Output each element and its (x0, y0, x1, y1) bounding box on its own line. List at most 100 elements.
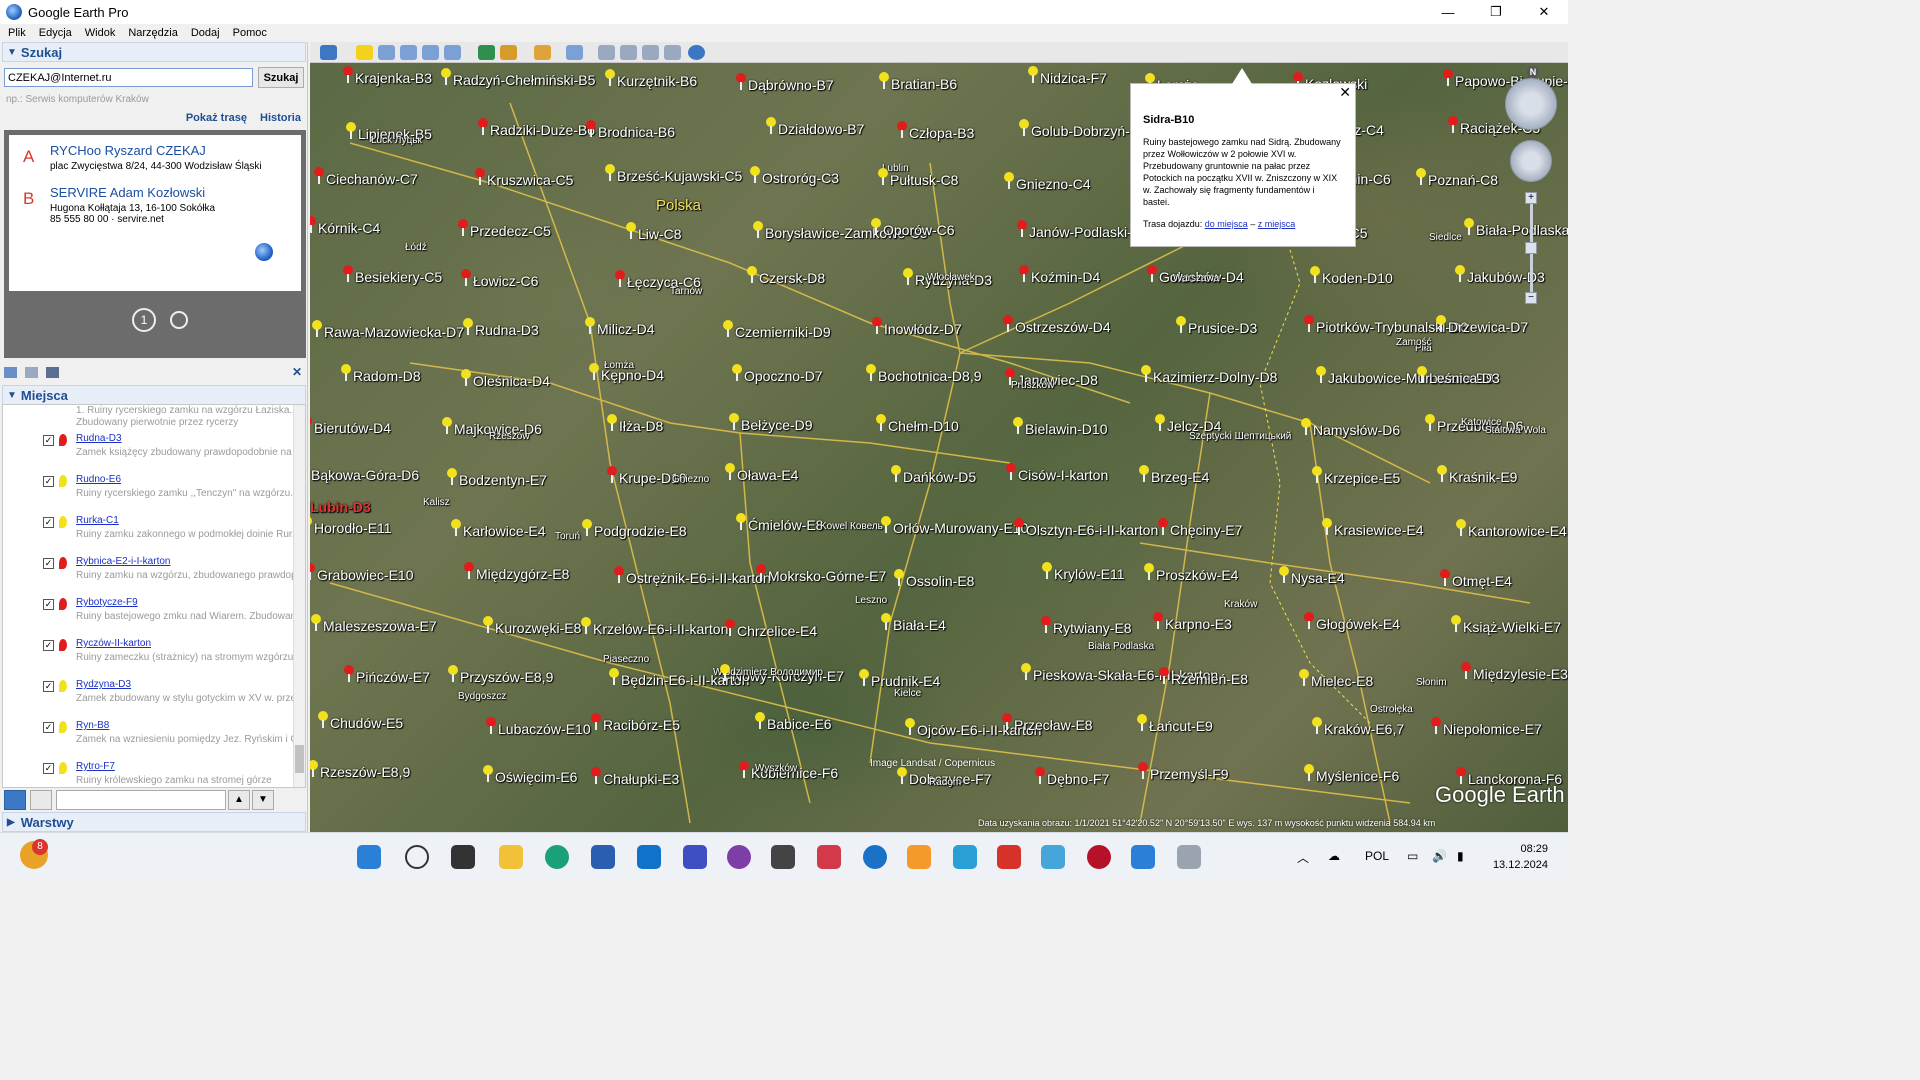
placemark-pin-icon[interactable] (897, 121, 907, 138)
move-joystick-icon[interactable] (1510, 140, 1552, 182)
scrollbar-thumb[interactable] (295, 745, 304, 773)
placemark-pin-icon[interactable] (1042, 562, 1052, 579)
places-filter-input[interactable] (56, 790, 226, 810)
map-place-label[interactable]: Prudnik-E4 (871, 673, 940, 689)
placemark-pin-icon[interactable] (872, 317, 882, 334)
placemark-pin-icon[interactable] (1137, 714, 1147, 731)
notepad-icon[interactable] (953, 845, 977, 869)
d-app-icon[interactable] (1087, 845, 1111, 869)
zoom-thumb[interactable] (1525, 242, 1537, 254)
player-icon[interactable] (907, 845, 931, 869)
weather-widget-icon[interactable]: 8 (20, 839, 48, 869)
result-name[interactable]: SERVIRE Adam Kozłowski (50, 185, 205, 200)
placemark-pin-icon[interactable] (312, 320, 322, 337)
map-place-label[interactable]: Międzylesie-E3 (1473, 666, 1568, 682)
store-icon[interactable] (591, 845, 615, 869)
placemark-pin-icon[interactable] (1304, 764, 1314, 781)
map-place-label[interactable]: Bąkowa-Góra-D6 (311, 467, 419, 483)
placemark-pin-icon[interactable] (866, 364, 876, 381)
tray-chevron-icon[interactable]: ︿ (1297, 849, 1309, 866)
edge-icon[interactable] (545, 845, 569, 869)
map-place-label[interactable]: Biała-Podlaska-C10 (1476, 222, 1568, 238)
close-window-button[interactable]: ✕ (1520, 0, 1568, 24)
map-place-label[interactable]: Radom-D8 (353, 368, 421, 384)
placemark-pin-icon[interactable] (607, 414, 617, 431)
media-app-icon[interactable] (817, 845, 841, 869)
placemark-pin-icon[interactable] (310, 563, 315, 580)
map-place-label[interactable]: Bielawin-D10 (1025, 421, 1107, 437)
save-image-icon[interactable] (642, 45, 659, 60)
map-place-label[interactable]: Radziki-Duże-B6 (490, 122, 595, 138)
map-place-label[interactable]: Dębno-F7 (1047, 771, 1109, 787)
placemark-pin-icon[interactable] (461, 269, 471, 286)
maximize-button[interactable]: ❐ (1472, 0, 1520, 24)
map-place-label[interactable]: Horodło-E11 (314, 520, 392, 536)
placemark-pin-icon[interactable] (1159, 667, 1169, 684)
placemark-pin-icon[interactable] (894, 569, 904, 586)
placemark-pin-icon[interactable] (626, 222, 636, 239)
map-place-label[interactable]: Kurozwęki-E8 (495, 620, 581, 636)
placemark-pin-icon[interactable] (615, 270, 625, 287)
map-place-label[interactable]: Namysłów-D6 (1313, 422, 1400, 438)
map-place-label[interactable]: Łańcut-E9 (1149, 718, 1213, 734)
outlook-icon[interactable] (637, 845, 661, 869)
network-icon[interactable]: ▭ (1407, 849, 1418, 863)
map-place-label[interactable]: Pińczów-E7 (356, 669, 430, 685)
map-place-label[interactable]: Gniezno-C4 (1016, 176, 1091, 192)
menu-edycja[interactable]: Edycja (31, 27, 77, 39)
placemark-pin-icon[interactable] (605, 69, 615, 86)
route-to-link[interactable]: do miejsca (1205, 219, 1248, 229)
placemark-pin-icon[interactable] (441, 68, 451, 85)
github-icon[interactable] (727, 845, 751, 869)
map-place-label[interactable]: Przemyśl-F9 (1150, 766, 1229, 782)
map-place-label[interactable]: Liw-C8 (638, 226, 682, 242)
placemark-pin-icon[interactable] (739, 761, 749, 778)
email-icon[interactable] (598, 45, 615, 60)
place-link[interactable]: Rybnica-E2-i-I-karton (76, 556, 170, 567)
placemark-pin-icon[interactable] (1417, 366, 1427, 383)
map-place-label[interactable]: Dąbrówno-B7 (748, 77, 834, 93)
add-folder-icon[interactable] (4, 366, 17, 378)
placemark-pin-icon[interactable] (1019, 119, 1029, 136)
zoom-slider[interactable]: + − (1525, 192, 1537, 304)
placemark-pin-icon[interactable] (747, 266, 757, 283)
placemark-pin-icon[interactable] (343, 265, 353, 282)
place-checkbox[interactable]: ✓ (43, 763, 54, 774)
map-place-label[interactable]: Kraków-E6,7 (1324, 721, 1404, 737)
historical-imagery-icon[interactable] (478, 45, 495, 60)
map-place-label[interactable]: Inowłódz-D7 (884, 321, 962, 337)
placemark-pin-icon[interactable] (1041, 616, 1051, 633)
placemark-pin-icon[interactable] (314, 167, 324, 184)
placemark-pin-icon[interactable] (1443, 69, 1453, 86)
map-place-label[interactable]: Brodnica-B6 (598, 124, 675, 140)
map-place-label[interactable]: Kruszwica-C5 (487, 172, 573, 188)
map-place-label[interactable]: Bratian-B6 (891, 76, 957, 92)
collapse-triangle-icon[interactable]: ▼ (7, 47, 17, 58)
map-place-label[interactable]: Biała-E4 (893, 617, 946, 633)
map-place-label[interactable]: Radzyń-Chełmiński-B5 (453, 72, 595, 88)
place-checkbox[interactable]: ✓ (43, 558, 54, 569)
placemark-pin-icon[interactable] (464, 562, 474, 579)
globe-icon[interactable] (255, 243, 273, 261)
zoom-out-icon[interactable]: − (1525, 292, 1537, 304)
task-view-icon[interactable] (451, 845, 475, 869)
menu-plik[interactable]: Plik (0, 27, 31, 39)
placemark-pin-icon[interactable] (891, 465, 901, 482)
map-place-label[interactable]: Rawa-Mazowiecka-D7 (324, 324, 464, 340)
place-checkbox[interactable]: ✓ (43, 476, 54, 487)
menu-narzedzia[interactable]: Narzędzia (120, 27, 183, 39)
place-link[interactable]: Rudna-D3 (76, 433, 122, 444)
placemark-pin-icon[interactable] (591, 713, 601, 730)
placemark-pin-icon[interactable] (442, 417, 452, 434)
blue-app-icon[interactable] (1131, 845, 1155, 869)
map-place-label[interactable]: Iłża-D8 (619, 418, 663, 434)
map-place-label[interactable]: Ossolin-E8 (906, 573, 974, 589)
layers-section-header[interactable]: ▶ Warstwy (2, 812, 306, 832)
help-icon[interactable] (863, 845, 887, 869)
placemark-pin-icon[interactable] (1425, 414, 1435, 431)
map-place-label[interactable]: Przecław-E8 (1014, 717, 1093, 733)
placemark-pin-icon[interactable] (581, 617, 591, 634)
placemark-pin-icon[interactable] (1440, 569, 1450, 586)
place-checkbox[interactable]: ✓ (43, 517, 54, 528)
placemark-pin-icon[interactable] (881, 516, 891, 533)
